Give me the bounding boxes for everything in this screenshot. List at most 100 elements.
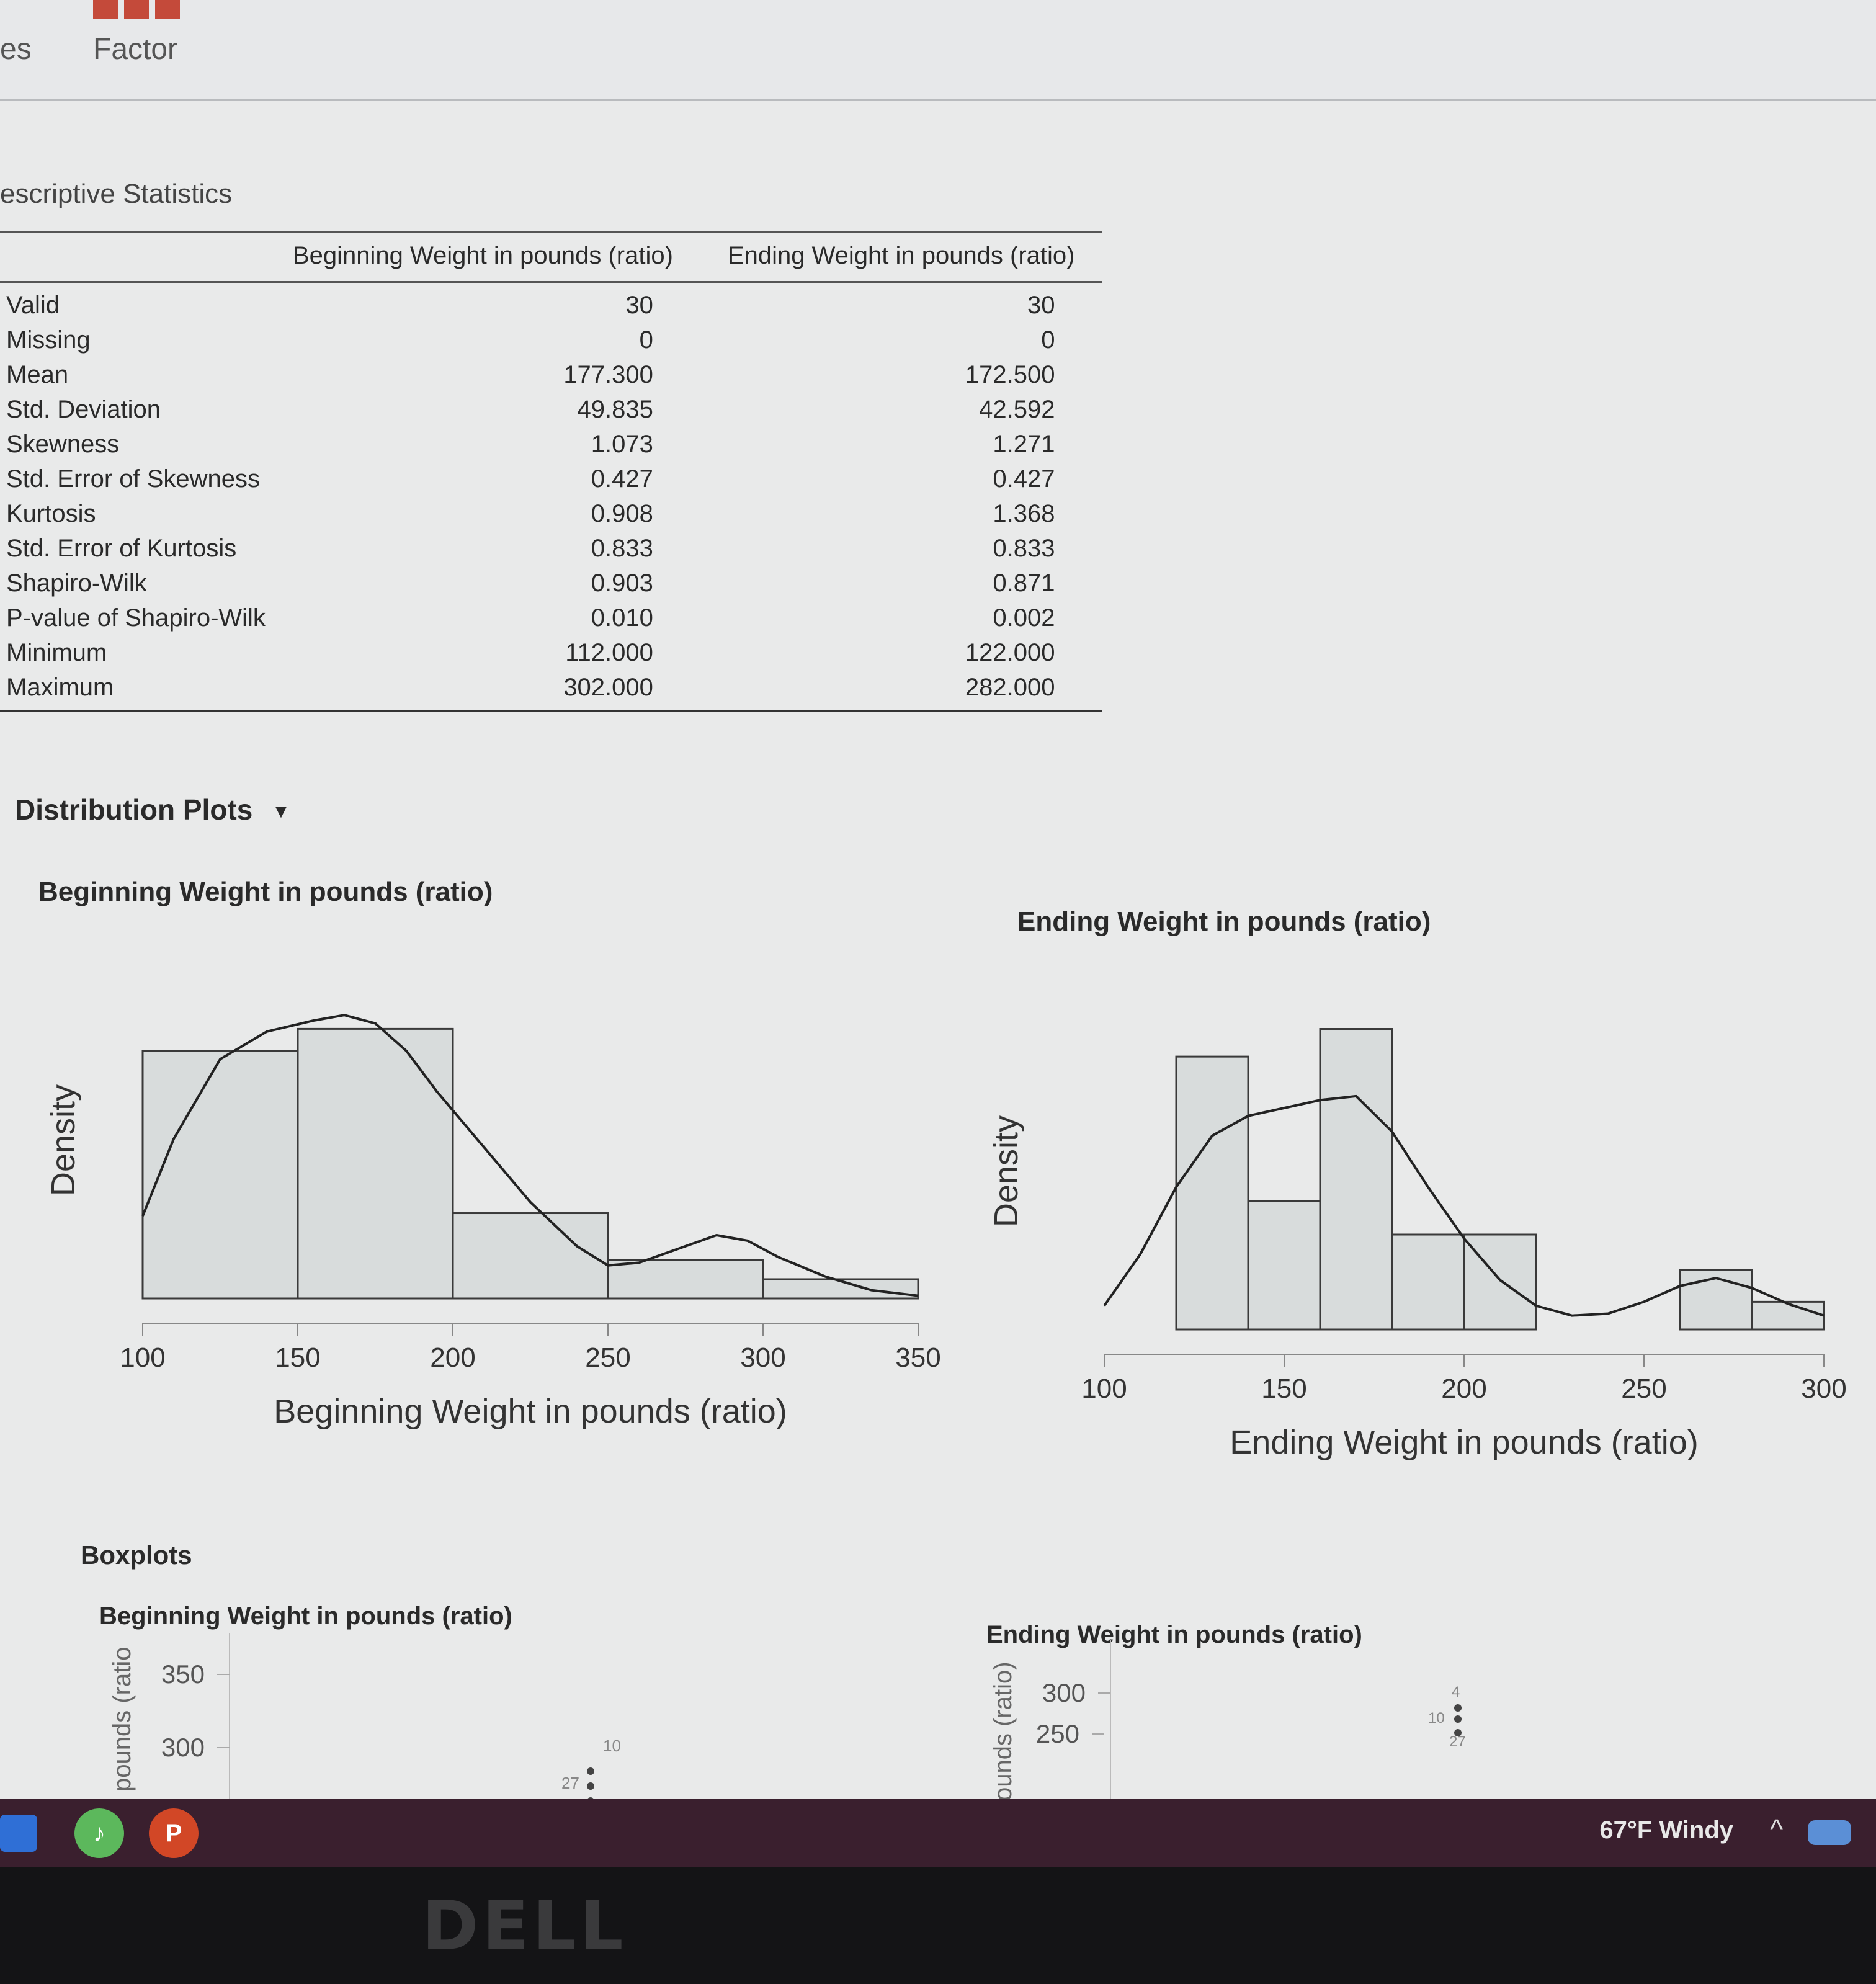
cell-value: 0.833: [993, 535, 1055, 562]
table-row: Std. Deviation 49.835 42.592: [0, 392, 1102, 427]
tab-partial[interactable]: es: [0, 32, 32, 66]
cell-value: 1.271: [993, 431, 1055, 458]
table-row: Valid 30 30: [0, 282, 1102, 323]
row-label: Skewness: [6, 431, 120, 458]
cell-value: 302.000: [265, 670, 700, 712]
table-row: Kurtosis 0.908 1.368: [0, 496, 1102, 531]
chevron-up-icon[interactable]: ^: [1770, 1814, 1783, 1845]
y-tick-label: 300: [1042, 1678, 1086, 1707]
x-tick-label: 200: [430, 1343, 475, 1373]
y-axis-label: Density: [988, 1115, 1025, 1227]
x-tick-label: 250: [585, 1343, 630, 1373]
outlier-point: [1454, 1729, 1462, 1736]
powerpoint-letter: P: [165, 1819, 182, 1847]
x-tick-label: 300: [1801, 1374, 1846, 1404]
end-boxplot: ounds (ratio) 300 250 4 10 27: [989, 1640, 1466, 1801]
histogram-bar: [297, 1027, 454, 1300]
tab-factor[interactable]: Factor: [93, 32, 177, 66]
cell-value: 30: [1027, 292, 1055, 319]
cell-value: 282.000: [700, 670, 1102, 712]
cell-value: 0: [1041, 326, 1055, 354]
y-tick-label: 250: [1036, 1719, 1079, 1748]
histogram-bar: [1319, 1028, 1393, 1331]
begin-boxplot: pounds (ratio 350 300 10 27 4: [109, 1633, 621, 1801]
column-header-beginning: Beginning Weight in pounds (ratio): [265, 231, 700, 283]
dell-logo: DELL: [422, 1886, 627, 1965]
cell-value: 0.002: [993, 604, 1055, 632]
histogram-bar: [452, 1212, 609, 1300]
distribution-plots-title[interactable]: Distribution Plots ▼: [15, 793, 290, 826]
row-label: Valid: [6, 292, 60, 319]
x-tick-label: 150: [1261, 1374, 1306, 1404]
outlier-label: 10: [603, 1736, 621, 1755]
cell-value: 0.908: [591, 500, 653, 527]
table-corner: [0, 231, 266, 283]
y-tick-label: 300: [161, 1733, 205, 1762]
cell-value: 0.010: [591, 604, 653, 632]
x-tick-label: 150: [275, 1343, 320, 1373]
row-label: Std. Error of Skewness: [6, 465, 261, 493]
x-tick-label: 250: [1621, 1374, 1666, 1404]
cell-value: 0.903: [591, 570, 653, 597]
outlier-point: [1454, 1715, 1462, 1723]
x-tick-label: 200: [1441, 1374, 1486, 1404]
end-distribution-chart: 100 150 200 250 300 Ending Weight in pounds (…: [988, 1028, 1847, 1461]
cell-value: 49.835: [577, 396, 653, 423]
y-axis-label: pounds (ratio: [109, 1647, 136, 1792]
x-tick-label: 100: [1081, 1374, 1127, 1404]
green-app-icon[interactable]: ♪: [74, 1808, 124, 1858]
x-axis-label: Ending Weight in pounds (ratio): [1230, 1424, 1698, 1461]
cell-value: 177.300: [563, 361, 653, 388]
factor-icon[interactable]: [93, 0, 180, 19]
boxplots-title: Boxplots: [81, 1540, 192, 1570]
table-row: Std. Error of Skewness 0.427 0.427: [0, 462, 1102, 496]
row-label: Maximum: [0, 670, 266, 712]
begin-plot-title: Beginning Weight in pounds (ratio): [38, 877, 493, 907]
table-row: Shapiro-Wilk 0.903 0.871: [0, 566, 1102, 601]
histogram-bar: [1751, 1300, 1825, 1331]
table-row: Maximum 302.000 282.000: [0, 670, 1102, 712]
x-tick-label: 100: [120, 1343, 165, 1373]
row-label: Mean: [6, 361, 69, 388]
column-header-ending: Ending Weight in pounds (ratio): [700, 231, 1102, 283]
y-axis-label: Density: [45, 1084, 82, 1196]
begin-boxplot-title: Beginning Weight in pounds (ratio): [99, 1602, 512, 1630]
table-row: Minimum 112.000 122.000: [0, 635, 1102, 670]
outlier-point: [587, 1767, 594, 1775]
cell-value: 112.000: [565, 639, 653, 666]
x-tick-label: 350: [895, 1343, 940, 1373]
cell-value: 30: [625, 292, 653, 319]
cell-value: 172.500: [965, 361, 1055, 388]
outlier-label: 10: [1428, 1710, 1445, 1727]
row-label: Std. Error of Kurtosis: [6, 535, 237, 562]
cell-value: 122.000: [965, 639, 1055, 666]
start-icon[interactable]: [0, 1815, 37, 1852]
table-row: Std. Error of Kurtosis 0.833 0.833: [0, 531, 1102, 566]
top-toolbar: es Factor: [0, 0, 1876, 101]
outlier-label: 4: [1452, 1684, 1460, 1700]
row-label: P-value of Shapiro-Wilk: [6, 604, 266, 632]
descriptive-statistics-table: Beginning Weight in pounds (ratio) Endin…: [0, 231, 1102, 712]
outlier-point: [1454, 1704, 1462, 1712]
outlier-point: [587, 1782, 594, 1790]
x-axis-label: Beginning Weight in pounds (ratio): [274, 1393, 787, 1430]
histogram-bar: [1247, 1200, 1321, 1331]
weather-widget[interactable]: 67°F Windy: [1599, 1816, 1733, 1844]
cell-value: 1.073: [591, 431, 653, 458]
y-axis-label: ounds (ratio): [989, 1661, 1017, 1801]
histogram-bar: [1463, 1233, 1537, 1331]
cell-value: 0: [639, 326, 653, 354]
descriptive-statistics-title: escriptive Statistics: [0, 179, 233, 209]
powerpoint-icon[interactable]: P: [149, 1808, 199, 1858]
histogram-bar: [607, 1259, 764, 1300]
row-label: Std. Deviation: [6, 396, 161, 423]
triangle-down-icon[interactable]: ▼: [272, 802, 290, 822]
table-row: Mean 177.300 172.500: [0, 357, 1102, 392]
cloud-icon[interactable]: [1808, 1820, 1851, 1845]
row-label: Minimum: [6, 639, 107, 666]
outlier-label: 27: [561, 1774, 579, 1792]
table-row: Missing 0 0: [0, 323, 1102, 357]
x-tick-label: 300: [740, 1343, 785, 1373]
table-header-row: Beginning Weight in pounds (ratio) Endin…: [0, 231, 1102, 283]
table-row: P-value of Shapiro-Wilk 0.010 0.002: [0, 601, 1102, 635]
